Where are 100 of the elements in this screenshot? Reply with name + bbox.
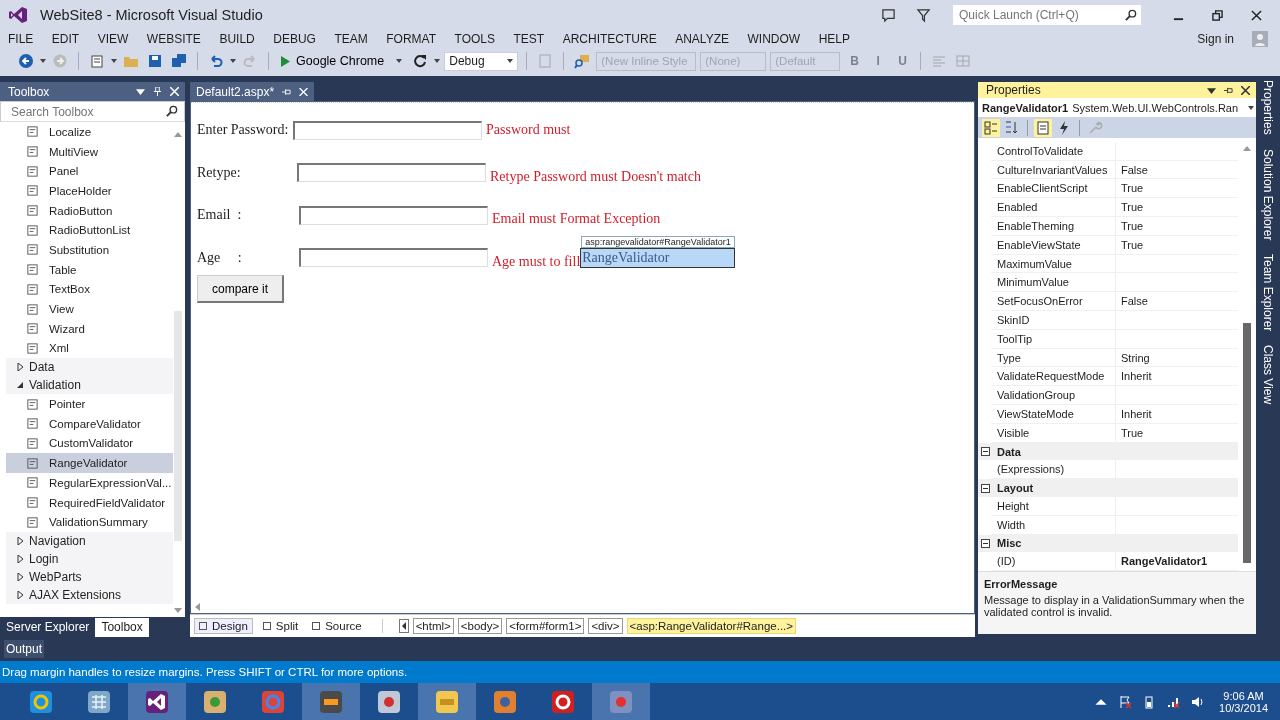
- control-item[interactable]: RangeValidator: [6, 453, 173, 473]
- property-value[interactable]: True: [1121, 238, 1144, 251]
- view-tab[interactable]: Split: [258, 619, 303, 633]
- restore-icon[interactable]: [1212, 9, 1223, 21]
- control-group[interactable]: WebParts: [6, 568, 173, 587]
- scrollbar-thumb[interactable]: [1243, 322, 1251, 563]
- pin-icon[interactable]: [282, 87, 292, 96]
- control-item[interactable]: Substitution: [6, 240, 173, 260]
- property-value[interactable]: RangeValidator1: [1121, 555, 1208, 568]
- control-group[interactable]: Data: [6, 358, 173, 377]
- menu-item[interactable]: FORMAT: [386, 32, 437, 46]
- menu-item[interactable]: HELP: [818, 32, 850, 46]
- control-item[interactable]: MultiView: [6, 141, 173, 162]
- control-item[interactable]: RegularExpressionVal...: [6, 473, 173, 493]
- control-item[interactable]: RequiredFieldValidator: [6, 492, 173, 513]
- menu-item[interactable]: EDIT: [51, 32, 80, 46]
- menu-item[interactable]: WEBSITE: [146, 32, 201, 46]
- caret-icon[interactable]: [1207, 85, 1216, 95]
- property-value[interactable]: True: [1121, 201, 1144, 214]
- new-project-icon[interactable]: [89, 53, 105, 69]
- quick-launch-field[interactable]: Quick Launch (Ctrl+Q): [953, 5, 1141, 25]
- control-item[interactable]: RadioButtonList: [6, 220, 173, 241]
- scrollbar-thumb[interactable]: [174, 311, 182, 541]
- scroll-down-icon[interactable]: [174, 608, 182, 613]
- taskbar-button[interactable]: [302, 683, 360, 720]
- feedback-icon[interactable]: [881, 7, 896, 23]
- side-tab[interactable]: Properties: [1261, 80, 1275, 135]
- scroll-left-icon[interactable]: [398, 619, 409, 633]
- input-field[interactable]: [299, 248, 488, 268]
- run-button[interactable]: Google Chrome: [277, 54, 407, 68]
- control-item[interactable]: Table: [6, 259, 173, 280]
- control-item[interactable]: Xml: [6, 338, 173, 359]
- tag-breadcrumb[interactable]: <asp:RangeValidator#Range...>: [626, 618, 796, 634]
- caret-icon[interactable]: [40, 59, 46, 63]
- back-icon[interactable]: [18, 53, 34, 69]
- refresh-icon[interactable]: [412, 53, 429, 69]
- control-group[interactable]: Validation: [6, 376, 173, 395]
- pin-icon[interactable]: [1224, 85, 1233, 95]
- menu-item[interactable]: ARCHITECTURE: [562, 32, 657, 46]
- output-tab[interactable]: Output: [4, 640, 45, 658]
- flag-icon[interactable]: [1118, 694, 1133, 709]
- property-value[interactable]: Inherit: [1121, 370, 1152, 383]
- control-item[interactable]: Localize: [6, 122, 173, 142]
- compare-button[interactable]: compare it: [197, 275, 284, 303]
- control-group[interactable]: Login: [6, 550, 173, 569]
- control-item[interactable]: Pointer: [6, 394, 173, 414]
- menu-item[interactable]: TOOLS: [454, 32, 495, 46]
- validator-control[interactable]: RangeValidator: [580, 247, 735, 268]
- control-item[interactable]: ValidationSummary: [6, 512, 173, 533]
- document-tab[interactable]: Default2.aspx*: [190, 82, 315, 101]
- close-icon[interactable]: [1251, 9, 1262, 21]
- menu-item[interactable]: ANALYZE: [675, 32, 729, 46]
- taskbar-button[interactable]: [128, 683, 186, 720]
- save-icon[interactable]: [147, 53, 163, 69]
- window-tab[interactable]: Toolbox: [95, 618, 149, 637]
- side-tab[interactable]: Solution Explorer: [1261, 148, 1275, 241]
- scroll-up-icon[interactable]: [174, 132, 182, 137]
- menu-item[interactable]: VIEW: [97, 32, 129, 46]
- menu-item[interactable]: BUILD: [219, 32, 255, 46]
- browse-icon[interactable]: [574, 53, 591, 69]
- input-field[interactable]: [293, 120, 482, 140]
- control-group[interactable]: Navigation: [6, 532, 173, 551]
- menu-item[interactable]: DEBUG: [273, 32, 316, 46]
- tag-breadcrumb[interactable]: <html>: [412, 618, 454, 634]
- caret-icon[interactable]: [111, 59, 117, 63]
- side-tab[interactable]: Class View: [1261, 345, 1275, 405]
- control-item[interactable]: View: [6, 299, 173, 319]
- menu-item[interactable]: WINDOW: [747, 32, 801, 46]
- control-item[interactable]: TextBox: [6, 279, 173, 300]
- pin-icon[interactable]: [153, 87, 162, 96]
- property-value[interactable]: True: [1121, 182, 1144, 195]
- clock-date[interactable]: 10/3/2014: [1219, 701, 1268, 714]
- collapse-icon[interactable]: [981, 539, 990, 548]
- property-value[interactable]: True: [1121, 219, 1144, 232]
- menu-item[interactable]: TEST: [513, 32, 545, 46]
- tag-breadcrumb[interactable]: <div>: [588, 618, 623, 634]
- side-tab[interactable]: Team Explorer: [1261, 254, 1275, 332]
- save-all-icon[interactable]: [171, 53, 187, 69]
- control-item[interactable]: CustomValidator: [6, 433, 173, 454]
- caret-icon[interactable]: [230, 59, 236, 63]
- tag-breadcrumb[interactable]: <body>: [457, 618, 503, 634]
- input-field[interactable]: [297, 163, 486, 183]
- object-selector[interactable]: RangeValidator1 System.Web.UI.WebControls.Ran: [978, 98, 1256, 118]
- configuration-dropdown[interactable]: Debug: [444, 51, 519, 71]
- control-group[interactable]: AJAX Extensions: [6, 586, 173, 605]
- menu-item[interactable]: FILE: [8, 32, 34, 46]
- undo-icon[interactable]: [208, 53, 224, 69]
- control-item[interactable]: PlaceHolder: [6, 181, 173, 201]
- property-value[interactable]: Inherit: [1121, 407, 1152, 420]
- clock-time[interactable]: 9:06 AM: [1223, 689, 1264, 702]
- property-value[interactable]: False: [1121, 163, 1148, 176]
- tag-breadcrumb[interactable]: <form#form1>: [506, 618, 585, 634]
- caret-icon[interactable]: [434, 59, 441, 63]
- speaker-icon[interactable]: [1190, 694, 1205, 709]
- sign-in-link[interactable]: Sign in: [1197, 32, 1234, 46]
- close-icon[interactable]: [1241, 85, 1250, 95]
- search-input[interactable]: Search Toolbox: [9, 103, 165, 120]
- input-field[interactable]: [299, 205, 488, 225]
- property-value[interactable]: String: [1121, 351, 1150, 364]
- filter-icon[interactable]: [916, 7, 931, 23]
